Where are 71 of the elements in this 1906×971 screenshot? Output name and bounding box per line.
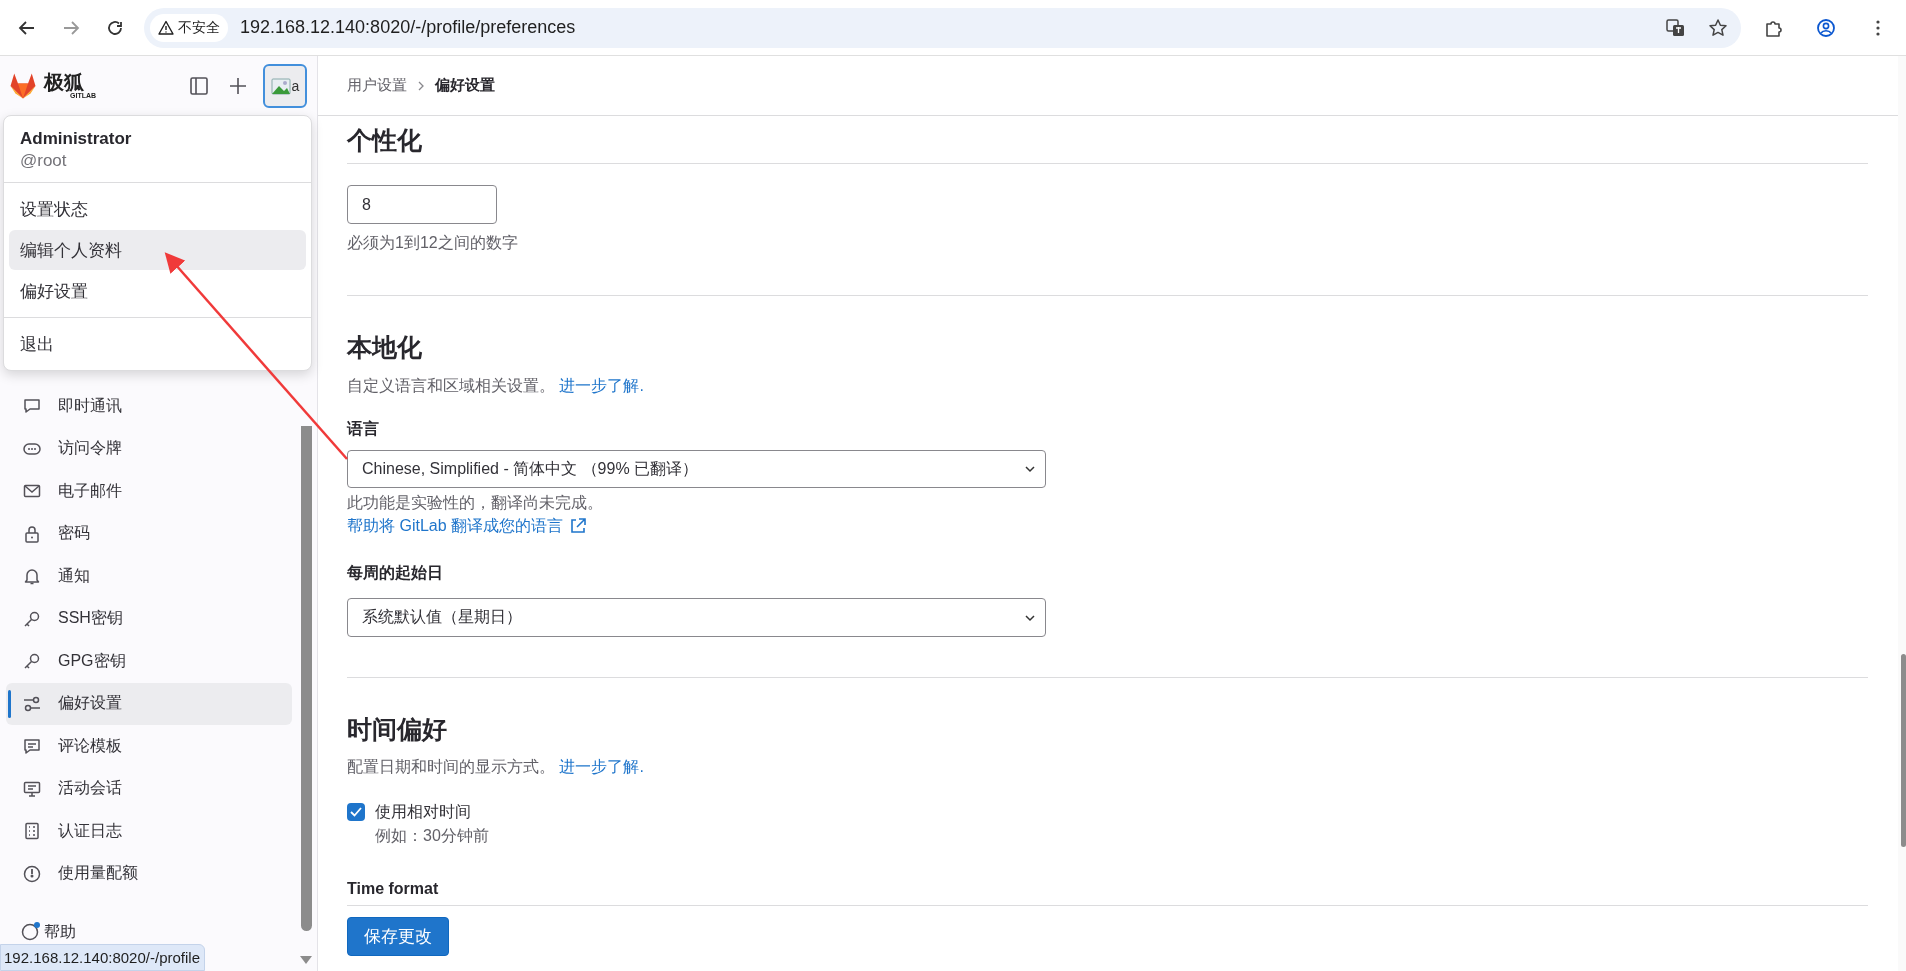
address-bar[interactable]: 不安全 192.168.12.140:8020/-/profile/preferences: [144, 7, 1741, 48]
menu-item[interactable]: 设置状态: [9, 189, 306, 229]
checkbox-label: 使用相对时间: [375, 802, 471, 822]
help-link[interactable]: 帮助: [20, 921, 317, 943]
section-heading: 时间偏好: [347, 714, 447, 745]
section-description: 自定义语言和区域相关设置。: [347, 377, 555, 394]
chevron-down-icon: [1025, 613, 1035, 622]
help-icon: [20, 922, 40, 942]
section-heading: 个性化: [347, 125, 422, 156]
sidebar-item[interactable]: GPG密钥: [6, 640, 292, 683]
checkbox-hint: 例如：30分钟前: [375, 827, 489, 844]
language-select[interactable]: Chinese, Simplified - 简体中文 （99% 已翻译）: [347, 450, 1046, 488]
menu-item[interactable]: 编辑个人资料: [9, 230, 306, 270]
forward-arrow-icon: [62, 18, 80, 37]
panel-icon: [189, 75, 209, 96]
warning-icon: [158, 19, 174, 36]
learn-more-link[interactable]: 进一步了解.: [559, 377, 644, 394]
reload-icon: [106, 18, 124, 37]
chevron-down-icon: [1025, 465, 1035, 473]
scroll-down-arrow-icon: [300, 956, 312, 964]
bell-icon: [22, 566, 42, 587]
sidebar-item[interactable]: 活动会话: [6, 767, 292, 810]
user-name: Administrator: [20, 128, 133, 150]
back-arrow-icon: [18, 18, 36, 37]
translate-icon: [1666, 17, 1686, 38]
section-description: 配置日期和时间的显示方式。: [347, 758, 555, 775]
checkbox[interactable]: [347, 803, 365, 821]
note-text: 此功能是实验性的，翻译尚未完成。: [347, 494, 603, 511]
brand-name: 极狐: [44, 72, 84, 92]
avatar-button[interactable]: a: [263, 63, 307, 108]
menu-item[interactable]: 偏好设置: [9, 271, 306, 311]
lock-icon: [22, 523, 42, 544]
status-url-tooltip: 192.168.12.140:8020/-/profile: [0, 944, 205, 971]
sidebar-item[interactable]: 访问令牌: [6, 427, 292, 470]
security-label: 不安全: [178, 18, 220, 37]
sidebar-item[interactable]: 评论模板: [6, 725, 292, 768]
comment-icon: [22, 736, 42, 757]
user-circle-icon: [1816, 17, 1836, 38]
learn-more-link[interactable]: 进一步了解.: [559, 758, 644, 775]
plus-icon: [229, 76, 247, 95]
breadcrumb-current: 偏好设置: [435, 76, 495, 95]
sidebar-item[interactable]: SSH密钥: [6, 597, 292, 640]
chevron-right-icon: [417, 80, 425, 91]
save-changes-button[interactable]: 保存更改: [347, 917, 449, 956]
translate-help-link[interactable]: 帮助将 GitLab 翻译成您的语言: [347, 515, 588, 537]
url-text: 192.168.12.140:8020/-/profile/preferences: [240, 17, 577, 38]
list-icon: [22, 821, 42, 842]
kebab-menu-icon: [1875, 18, 1881, 37]
broken-image-icon: [270, 75, 291, 96]
number-input-field[interactable]: 8: [347, 185, 497, 224]
sidebar-item[interactable]: 密码: [6, 512, 292, 555]
breadcrumb-link[interactable]: 用户设置: [347, 76, 407, 95]
sidebar-item[interactable]: 即时通讯: [6, 385, 292, 428]
sidebar-item[interactable]: 偏好设置: [6, 682, 292, 725]
security-chip[interactable]: 不安全: [150, 13, 228, 42]
scrollbar-thumb[interactable]: [301, 426, 312, 931]
star-icon: [1708, 17, 1728, 38]
menu-item[interactable]: 退出: [9, 324, 306, 364]
sidebar-item[interactable]: 电子邮件: [6, 470, 292, 513]
external-link-icon: [569, 517, 588, 535]
week-start-select[interactable]: 系统默认值（星期日）: [347, 598, 1046, 637]
field-label: 语言: [347, 420, 379, 437]
field-label: Time format: [347, 879, 439, 899]
user-handle: @root: [20, 150, 68, 172]
sidebar-item[interactable]: 通知: [6, 555, 292, 598]
sidebar-item[interactable]: 认证日志: [6, 810, 292, 853]
scrollbar-thumb[interactable]: [1901, 654, 1906, 847]
field-label: 每周的起始日: [347, 564, 443, 581]
sidebar-item[interactable]: 使用量配额: [6, 852, 292, 895]
section-heading: 本地化: [347, 332, 422, 363]
help-text: 必须为1到12之间的数字: [347, 233, 519, 253]
